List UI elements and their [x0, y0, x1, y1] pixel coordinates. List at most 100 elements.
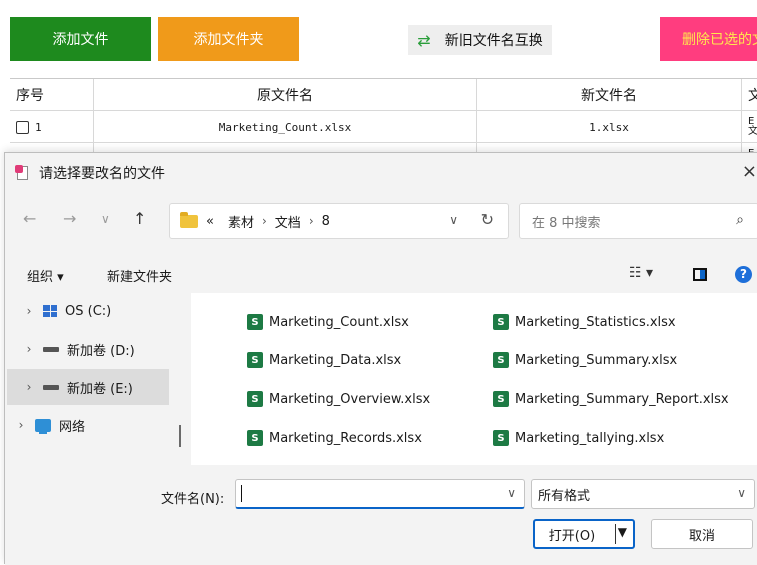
add-folder-button[interactable]: 添加文件夹: [158, 17, 299, 61]
file-type-value: 所有格式: [538, 488, 591, 504]
sidebar-item-d-drive[interactable]: › 新加卷 (D:): [7, 331, 169, 367]
folder-icon: [180, 211, 198, 228]
file-item[interactable]: S Marketing_Summary.xlsx: [493, 349, 677, 371]
file-item[interactable]: S Marketing_Records.xlsx: [247, 427, 422, 449]
forward-arrow-icon[interactable]: →: [63, 209, 76, 228]
dialog-titlebar: 请选择要改名的文件 ×: [5, 153, 757, 193]
row-original-name: Marketing_Count.xlsx: [94, 111, 477, 143]
app-icon: [15, 165, 31, 181]
chevron-right-icon[interactable]: ›: [15, 304, 43, 318]
dialog-footer: 文件名(N): ∨ 所有格式 ∨ 打开(O) ▼ 取消: [5, 465, 757, 565]
drive-icon: [43, 346, 59, 352]
address-bar[interactable]: « 素材 › 文档 › 8 ∨ ↻: [169, 203, 509, 239]
file-name: Marketing_Overview.xlsx: [269, 391, 431, 407]
view-options-icon[interactable]: ☷ ▾: [629, 265, 653, 281]
open-button[interactable]: 打开(O) ▼: [533, 519, 635, 549]
open-options-chevron-icon[interactable]: ▼: [618, 525, 627, 539]
file-name: Marketing_Summary_Report.xlsx: [515, 391, 729, 407]
sidebar-scrollbar[interactable]: [179, 425, 181, 447]
address-dropdown-chevron-icon[interactable]: ∨: [449, 213, 458, 227]
dialog-toolbar: 组织 ▾ 新建文件夹 ☷ ▾ ?: [5, 257, 757, 293]
text-caret: [241, 485, 242, 502]
organize-menu[interactable]: 组织 ▾: [27, 266, 64, 285]
navigation-bar: ← → ∨ ↑ « 素材 › 文档 › 8 ∨ ↻ 在 8 中搜索 ⌕: [5, 199, 757, 243]
file-type-select[interactable]: 所有格式 ∨: [531, 479, 755, 509]
dialog-title: 请选择要改名的文件: [39, 166, 165, 182]
header-new: 新文件名: [477, 79, 742, 111]
file-item[interactable]: S Marketing_tallying.xlsx: [493, 427, 664, 449]
search-icon: ⌕: [736, 212, 744, 228]
breadcrumb-item[interactable]: 8: [322, 214, 330, 229]
swap-names-label: 新旧文件名互换: [444, 33, 543, 49]
add-file-button[interactable]: 添加文件: [10, 17, 151, 61]
sidebar-item-c-drive[interactable]: › OS (C:): [7, 293, 169, 329]
refresh-icon[interactable]: ↻: [481, 210, 494, 229]
breadcrumb-item[interactable]: 素材: [228, 212, 254, 231]
network-icon: [35, 418, 51, 434]
sidebar-item-network[interactable]: › 网络: [7, 407, 169, 443]
row-index: 1: [35, 120, 42, 134]
file-item[interactable]: S Marketing_Statistics.xlsx: [493, 311, 676, 333]
excel-file-icon: S: [247, 314, 263, 330]
file-item[interactable]: S Marketing_Count.xlsx: [247, 311, 409, 333]
excel-file-icon: S: [493, 352, 509, 368]
file-name: Marketing_Data.xlsx: [269, 352, 402, 368]
close-icon[interactable]: ×: [742, 161, 757, 182]
sidebar-item-e-drive[interactable]: › 新加卷 (E:): [7, 369, 169, 405]
excel-file-icon: S: [247, 391, 263, 407]
up-arrow-icon[interactable]: ↑: [133, 209, 146, 228]
table-row[interactable]: 1 Marketing_Count.xlsx 1.xlsx E文: [10, 111, 757, 143]
file-name: Marketing_tallying.xlsx: [515, 430, 665, 446]
excel-file-icon: S: [493, 430, 509, 446]
chevron-down-icon[interactable]: ∨: [737, 486, 746, 500]
file-item[interactable]: S Marketing_Overview.xlsx: [247, 388, 430, 410]
chevron-right-icon[interactable]: ›: [15, 380, 43, 394]
search-input[interactable]: 在 8 中搜索 ⌕: [519, 203, 757, 239]
recent-locations-chevron-icon[interactable]: ∨: [101, 212, 110, 226]
sidebar-item-label: 网络: [59, 419, 86, 435]
file-name-input[interactable]: ∨: [235, 479, 525, 509]
new-folder-button[interactable]: 新建文件夹: [107, 266, 172, 285]
chevron-right-icon[interactable]: ›: [7, 418, 35, 432]
open-file-dialog: 请选择要改名的文件 × ← → ∨ ↑ « 素材 › 文档 › 8 ∨ ↻ 在 …: [4, 152, 757, 565]
file-item[interactable]: S Marketing_Data.xlsx: [247, 349, 401, 371]
file-name: Marketing_Count.xlsx: [269, 314, 409, 330]
row-new-name: 1.xlsx: [477, 111, 742, 143]
back-arrow-icon[interactable]: ←: [23, 209, 36, 228]
row-extra-line2: 文: [748, 126, 757, 137]
header-index: 序号: [10, 79, 94, 111]
file-name-label: 文件名(N):: [161, 492, 225, 507]
row-checkbox[interactable]: [16, 120, 29, 134]
preview-pane-icon[interactable]: [693, 268, 707, 281]
swap-names-button[interactable]: ⇄ 新旧文件名互换: [408, 25, 552, 55]
breadcrumb-separator-icon: ›: [261, 214, 267, 228]
file-list: S Marketing_Count.xlsx S Marketing_Data.…: [191, 293, 757, 465]
drive-icon: [43, 384, 59, 390]
row-index-cell: 1: [10, 111, 94, 143]
chevron-right-icon[interactable]: ›: [15, 342, 43, 356]
file-name: Marketing_Records.xlsx: [269, 430, 422, 446]
swap-icon: ⇄: [417, 30, 431, 50]
windows-drive-icon: [43, 305, 57, 317]
delete-selected-button[interactable]: 删除已选的文: [660, 17, 757, 61]
address-prefix[interactable]: «: [206, 214, 214, 229]
file-name: Marketing_Summary.xlsx: [515, 352, 678, 368]
breadcrumb-item[interactable]: 文档: [275, 212, 301, 231]
header-extra: 文: [748, 88, 757, 104]
search-placeholder: 在 8 中搜索: [532, 215, 601, 231]
file-item[interactable]: S Marketing_Summary_Report.xlsx: [493, 388, 729, 410]
header-original: 原文件名: [94, 79, 477, 111]
excel-file-icon: S: [247, 430, 263, 446]
rename-app: 添加文件 添加文件夹 ⇄ 新旧文件名互换 删除已选的文 序号 原文件名 新文件名…: [0, 0, 757, 565]
help-icon[interactable]: ?: [735, 266, 752, 283]
sidebar-item-label: 新加卷 (D:): [67, 343, 135, 359]
cancel-button[interactable]: 取消: [651, 519, 753, 549]
navigation-pane: › OS (C:) › 新加卷 (D:) › 新加卷 (E:) › 网络: [5, 293, 189, 465]
sidebar-item-label: OS (C:): [65, 303, 112, 319]
open-button-label: 打开(O): [548, 528, 596, 544]
chevron-down-icon[interactable]: ∨: [507, 486, 516, 500]
excel-file-icon: S: [493, 314, 509, 330]
row-extra: E文: [742, 111, 757, 143]
split-divider: [615, 524, 616, 544]
table-header: 序号 原文件名 新文件名 文: [10, 79, 757, 111]
